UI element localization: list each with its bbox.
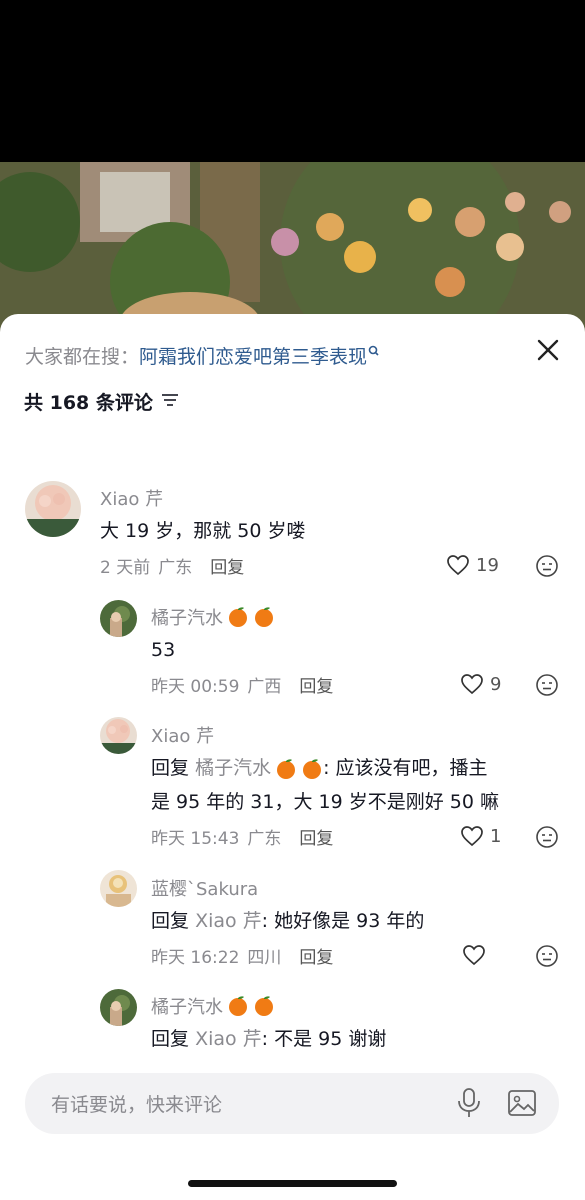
like-count: 9 — [490, 673, 502, 695]
reply-to-user[interactable]: 橘子汽水 — [195, 757, 323, 779]
reply-text: 回复 Xiao 芹: 她好像是 93 年的 — [151, 905, 424, 938]
like-button[interactable]: 1 — [460, 825, 501, 847]
heart-icon — [461, 674, 483, 695]
emoji-icon[interactable] — [535, 944, 559, 968]
orange-emoji — [301, 758, 323, 780]
mic-icon[interactable] — [455, 1087, 483, 1119]
reply-text: 回复 橘子汽水 : 应该没有吧，播主 — [151, 752, 488, 785]
comment-meta: 2 天前 广东 回复 — [100, 553, 244, 578]
reply-location: 四川 — [247, 948, 282, 968]
reply-meta: 昨天 16:22 四川 回复 — [151, 943, 333, 968]
reply-username[interactable]: 蓝樱`Sakura — [151, 875, 258, 901]
reply-prefix: 回复 — [151, 757, 190, 779]
avatar[interactable] — [25, 481, 81, 537]
orange-emoji — [275, 758, 297, 780]
reply-button[interactable]: 回复 — [299, 824, 333, 849]
reply-username[interactable]: Xiao 芹 — [151, 722, 214, 748]
orange-emoji — [227, 995, 249, 1017]
reply-text-body: : 她好像是 93 年的 — [261, 910, 425, 932]
reply-meta: 昨天 15:43 广东 回复 — [151, 824, 333, 849]
reply-to-user[interactable]: Xiao 芹 — [195, 910, 262, 932]
reply-button[interactable]: 回复 — [299, 943, 333, 968]
reply-text-line2: 是 95 年的 31，大 19 岁不是刚好 50 嘛 — [151, 791, 499, 813]
reply-username-text: 橘子汽水 — [151, 997, 223, 1018]
video-black-area — [0, 0, 585, 162]
heart-icon — [461, 826, 483, 847]
comments-sheet: 大家都在搜：阿霜我们恋爱吧第三季表现 共 168 条评论 Xiao 芹 大 19… — [0, 314, 585, 1200]
reply-button[interactable]: 回复 — [210, 553, 244, 578]
emoji-icon[interactable] — [535, 673, 559, 697]
heart-icon — [463, 945, 485, 966]
reply-time: 昨天 16:22 — [151, 948, 240, 968]
avatar[interactable] — [100, 600, 137, 637]
reply-text: 53 — [151, 639, 176, 661]
like-button[interactable]: 9 — [460, 673, 501, 695]
comment-input-placeholder[interactable]: 有话要说，快来评论 — [51, 1090, 222, 1117]
home-indicator[interactable] — [188, 1180, 397, 1187]
like-button[interactable]: 19 — [446, 554, 499, 576]
reply-text-body: : 不是 95 谢谢 — [261, 1028, 387, 1050]
comment-text: 大 19 岁，那就 50 岁喽 — [100, 520, 306, 542]
reply-location: 广西 — [247, 677, 282, 697]
reply-to-name: 橘子汽水 — [195, 757, 272, 779]
reply-time: 昨天 15:43 — [151, 829, 240, 849]
close-icon[interactable] — [532, 334, 564, 366]
reply-to-user[interactable]: Xiao 芹 — [195, 1028, 262, 1050]
search-term-link[interactable]: 阿霜我们恋爱吧第三季表现 — [139, 346, 367, 368]
search-icon — [368, 342, 380, 364]
reply-text-line1: : 应该没有吧，播主 — [323, 757, 488, 779]
reply-prefix: 回复 — [151, 910, 190, 932]
search-suggestion[interactable]: 大家都在搜：阿霜我们恋爱吧第三季表现 — [25, 342, 380, 369]
orange-emoji — [227, 606, 249, 628]
heart-icon — [447, 555, 469, 576]
reply-time: 昨天 00:59 — [151, 677, 240, 697]
image-icon[interactable] — [506, 1088, 538, 1118]
like-button[interactable] — [462, 944, 492, 966]
comment-count-header: 共 168 条评论 — [24, 388, 179, 415]
reply-button[interactable]: 回复 — [299, 672, 333, 697]
reply-username-text: 橘子汽水 — [151, 608, 223, 629]
reply-meta: 昨天 00:59 广西 回复 — [151, 672, 333, 697]
avatar[interactable] — [100, 989, 137, 1026]
reply-text: 回复 Xiao 芹: 不是 95 谢谢 — [151, 1023, 386, 1056]
emoji-icon[interactable] — [535, 554, 559, 578]
comment-input-bar[interactable]: 有话要说，快来评论 — [25, 1073, 559, 1134]
orange-emoji — [253, 606, 275, 628]
orange-emoji — [253, 995, 275, 1017]
comment-count: 共 168 条评论 — [24, 392, 153, 414]
reply-location: 广东 — [247, 829, 282, 849]
sort-icon[interactable] — [161, 391, 179, 413]
reply-username[interactable]: 橘子汽水 — [151, 993, 275, 1019]
reply-prefix: 回复 — [151, 1028, 190, 1050]
search-prefix: 大家都在搜： — [25, 346, 140, 368]
avatar[interactable] — [100, 717, 137, 754]
reply-username[interactable]: 橘子汽水 — [151, 604, 275, 630]
comment-time: 2 天前 — [100, 558, 151, 578]
avatar[interactable] — [100, 870, 137, 907]
video-frame[interactable] — [0, 162, 585, 332]
comment-username[interactable]: Xiao 芹 — [100, 485, 163, 511]
emoji-icon[interactable] — [535, 825, 559, 849]
like-count: 19 — [476, 554, 499, 576]
comment-location: 广东 — [158, 558, 193, 578]
like-count: 1 — [490, 825, 502, 847]
